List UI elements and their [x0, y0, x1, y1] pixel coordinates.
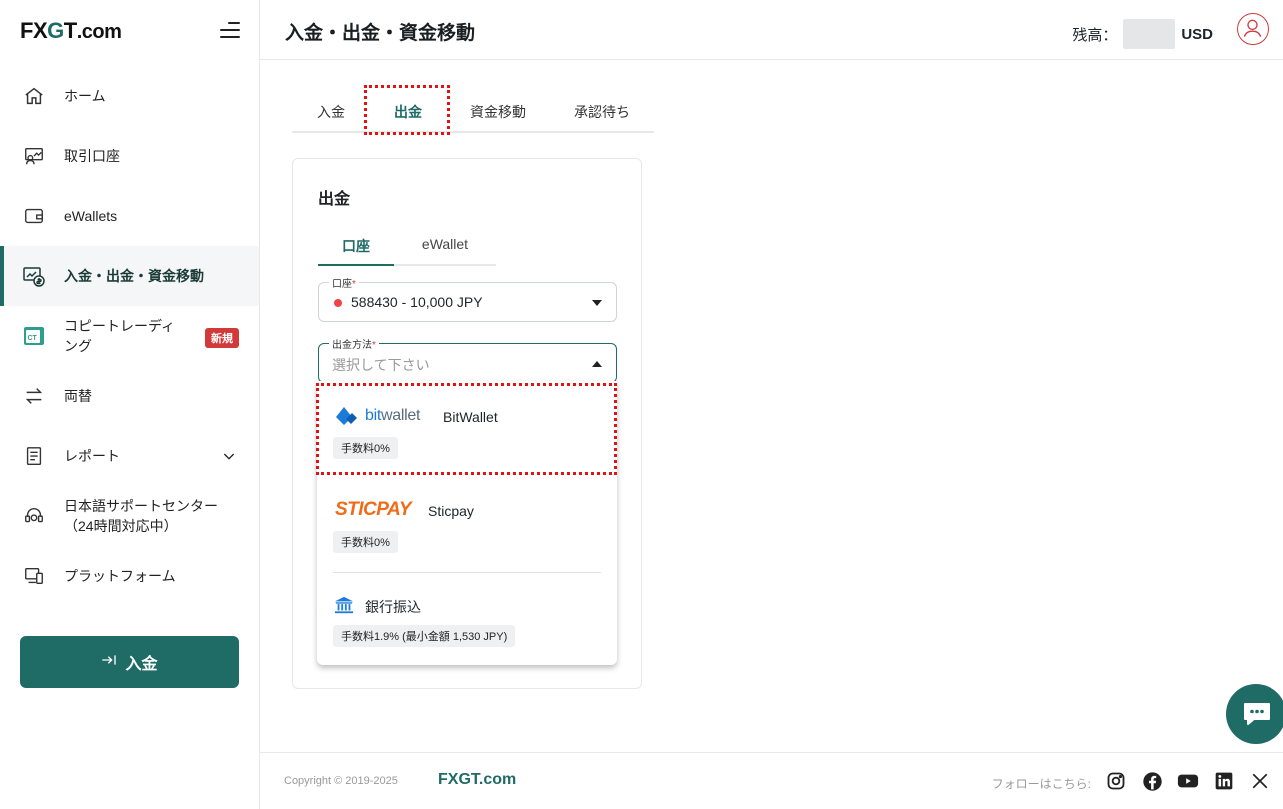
footer: Copyright © 2019-2025 FXGT.com フォローはこちら: — [260, 752, 1283, 809]
sidebar-item-exchange[interactable]: 両替 — [0, 366, 259, 426]
facebook-icon[interactable] — [1141, 770, 1163, 792]
social-links — [1105, 770, 1271, 792]
sidebar-item-support[interactable]: 日本語サポートセンター（24時間対応中） — [0, 486, 259, 546]
caret-down-icon — [592, 300, 602, 306]
status-dot — [334, 299, 342, 307]
balance-value-hidden — [1123, 19, 1176, 49]
option-bank-transfer[interactable]: 銀行振込 手数料1.9% (最小金額 1,530 JPY) — [333, 593, 603, 653]
copy-trading-icon: CT — [22, 324, 46, 348]
sidebar-item-home[interactable]: ホーム — [0, 66, 259, 126]
balance-label: 残高： — [1072, 26, 1118, 44]
balance: 残高： USD — [1072, 19, 1213, 49]
tab-transfer[interactable]: 資金移動 — [470, 92, 526, 131]
sidebar-item-report[interactable]: レポート — [0, 426, 259, 486]
card-title: 出金 — [318, 191, 351, 208]
option-name: Sticpay — [428, 503, 474, 519]
subtabs: 口座 eWallet — [318, 233, 496, 266]
home-icon — [22, 84, 46, 108]
fee-badge: 手数料1.9% (最小金額 1,530 JPY) — [333, 625, 516, 647]
page-title: 入金・出金・資金移動 — [285, 23, 476, 44]
option-divider — [333, 572, 601, 573]
highlight-bitwallet-option — [316, 383, 617, 475]
trading-account-icon — [22, 144, 46, 168]
sidebar-item-label: 入金・出金・資金移動 — [64, 268, 204, 284]
subtab-ewallet[interactable]: eWallet — [394, 233, 496, 264]
deposit-withdraw-icon — [22, 264, 46, 288]
sidebar-nav: ホーム 取引口座 eWallets 入金・出金・資金移動 CT コピートレーディ… — [0, 66, 259, 606]
fee-badge: 手数料0% — [333, 531, 398, 553]
footer-logo[interactable]: FXGT.com — [438, 771, 516, 789]
sidebar-item-label: プラットフォーム — [64, 568, 176, 584]
sidebar-item-label: 両替 — [64, 388, 92, 404]
sidebar-item-trading-account[interactable]: 取引口座 — [0, 126, 259, 186]
subtab-account[interactable]: 口座 — [318, 233, 394, 266]
account-field-label: 口座* — [329, 275, 359, 290]
sidebar-item-label: 取引口座 — [64, 148, 120, 164]
tabs: 入金 出金 資金移動 承認待ち — [292, 92, 654, 133]
x-icon[interactable] — [1249, 770, 1271, 792]
tab-deposit[interactable]: 入金 — [317, 92, 345, 131]
user-avatar-icon[interactable] — [1237, 13, 1269, 45]
sidebar-item-platform[interactable]: プラットフォーム — [0, 546, 259, 606]
sticpay-logo: STICPAY — [335, 499, 412, 520]
withdraw-method-select[interactable]: 出金方法* 選択して下さい — [318, 336, 617, 383]
follow-label: フォローはこちら: — [991, 777, 1091, 791]
chevron-down-icon[interactable] — [221, 448, 237, 467]
exchange-icon — [22, 384, 46, 408]
sidebar-item-label: 日本語サポートセンター（24時間対応中） — [64, 498, 218, 534]
sidebar-item-copy-trading[interactable]: CT コピートレーディング 新規 — [0, 306, 259, 366]
instagram-icon[interactable] — [1105, 770, 1127, 792]
header: 入金・出金・資金移動 残高： USD — [260, 0, 1283, 60]
wallet-icon — [22, 204, 46, 228]
report-icon — [22, 444, 46, 468]
method-field-label: 出金方法* — [329, 336, 379, 351]
sidebar-item-deposit-withdraw[interactable]: 入金・出金・資金移動 — [0, 246, 259, 306]
method-select-placeholder: 選択して下さい — [332, 357, 430, 373]
sidebar-item-label: eWallets — [64, 208, 118, 224]
arrow-right-icon — [101, 653, 117, 672]
account-select[interactable]: 口座* 588430 - 10,000 JPY — [318, 275, 617, 322]
sidebar: FXGT.com ホーム 取引口座 eWallets 入金・出金・資金移動 CT… — [0, 0, 260, 809]
account-select-value: 588430 - 10,000 JPY — [351, 294, 483, 310]
sidebar-item-ewallets[interactable]: eWallets — [0, 186, 259, 246]
svg-text:CT: CT — [28, 335, 38, 342]
tab-pending[interactable]: 承認待ち — [574, 92, 630, 131]
fxgt-logo[interactable]: FXGT.com — [20, 18, 122, 44]
copyright: Copyright © 2019-2025 — [284, 775, 398, 787]
deposit-button[interactable]: 入金 — [20, 636, 239, 688]
option-name: 銀行振込 — [365, 599, 421, 615]
youtube-icon[interactable] — [1177, 770, 1199, 792]
bank-icon — [333, 595, 355, 620]
new-badge: 新規 — [205, 328, 239, 348]
highlight-withdraw-tab — [364, 85, 450, 135]
option-sticpay[interactable]: STICPAY Sticpay 手数料0% — [333, 499, 603, 559]
support-icon — [22, 504, 46, 528]
platform-icon — [22, 564, 46, 588]
chat-icon[interactable] — [1226, 684, 1283, 744]
sidebar-item-label: コピートレーディング — [64, 318, 176, 354]
menu-toggle-icon[interactable] — [218, 20, 240, 40]
caret-up-icon — [592, 361, 602, 367]
linkedin-icon[interactable] — [1213, 770, 1235, 792]
sidebar-item-label: ホーム — [64, 88, 106, 104]
sidebar-item-label: レポート — [64, 448, 120, 464]
balance-currency: USD — [1181, 25, 1213, 43]
deposit-button-label: 入金 — [125, 656, 158, 673]
